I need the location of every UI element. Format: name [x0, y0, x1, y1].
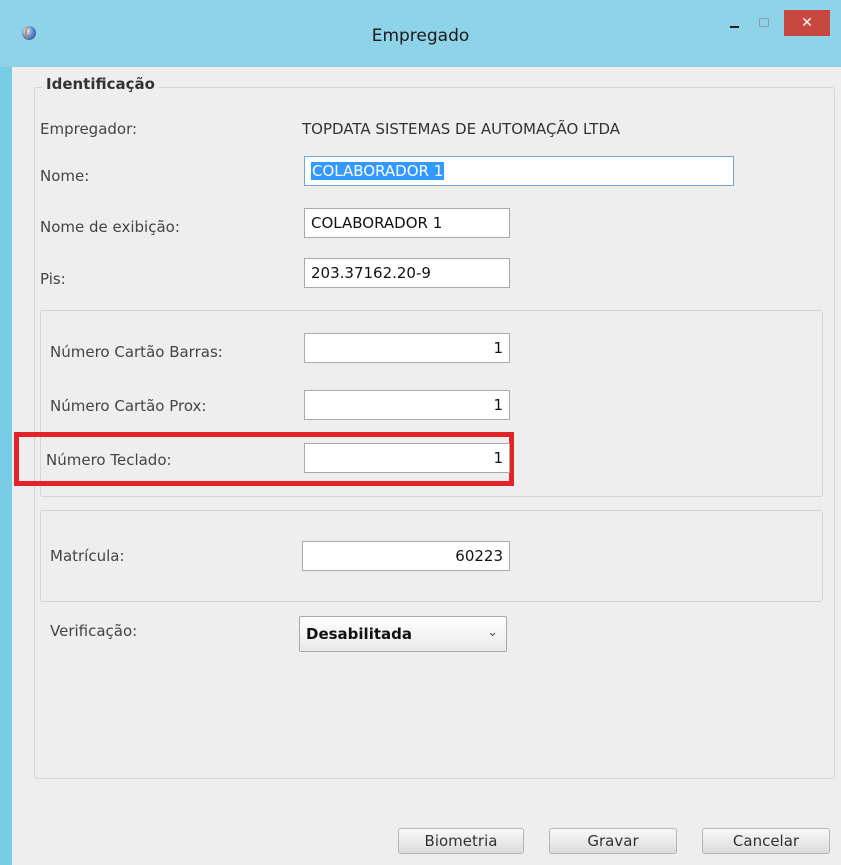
cartao-prox-input[interactable]: 1	[304, 390, 510, 420]
matricula-input[interactable]: 60223	[302, 541, 510, 571]
nome-exibicao-input[interactable]: COLABORADOR 1	[304, 208, 510, 238]
pis-label: Pis:	[40, 270, 66, 288]
cancelar-button[interactable]: Cancelar	[702, 828, 830, 854]
dialog-window: Empregado ✕ Identificação Empregador: TO…	[0, 0, 841, 865]
matricula-label: Matrícula:	[50, 547, 125, 565]
window-title: Empregado	[371, 26, 470, 46]
verificacao-selected: Desabilitada	[306, 625, 412, 643]
biometria-button[interactable]: Biometria	[398, 828, 524, 854]
cartao-barras-label: Número Cartão Barras:	[50, 343, 223, 361]
maximize-icon[interactable]	[751, 10, 777, 36]
empregador-value: TOPDATA SISTEMAS DE AUTOMAÇÃO LTDA	[302, 120, 621, 138]
group-legend: Identificação	[42, 75, 159, 93]
nome-label: Nome:	[40, 167, 90, 185]
verificacao-label: Verificação:	[50, 622, 138, 640]
cartao-barras-input[interactable]: 1	[304, 333, 510, 363]
pis-input[interactable]: 203.37162.20-9	[304, 258, 510, 288]
chevron-down-icon[interactable]: ⌄	[487, 625, 498, 640]
empregador-label: Empregador:	[40, 120, 138, 138]
minimize-icon[interactable]	[722, 10, 748, 36]
cartao-prox-label: Número Cartão Prox:	[50, 397, 207, 415]
nome-input[interactable]: COLABORADOR 1	[304, 156, 734, 186]
close-icon[interactable]: ✕	[784, 10, 830, 36]
gravar-button[interactable]: Gravar	[549, 828, 677, 854]
teclado-input[interactable]: 1	[304, 443, 510, 473]
verificacao-select[interactable]: Desabilitada ⌄	[299, 616, 507, 652]
nome-selected-text: COLABORADOR 1	[311, 162, 445, 180]
teclado-label: Número Teclado:	[46, 451, 172, 469]
title-bar[interactable]: Empregado ✕	[0, 0, 841, 67]
dialog-body: Identificação Empregador: TOPDATA SISTEM…	[12, 67, 841, 865]
nome-exibicao-label: Nome de exibição:	[40, 218, 180, 236]
